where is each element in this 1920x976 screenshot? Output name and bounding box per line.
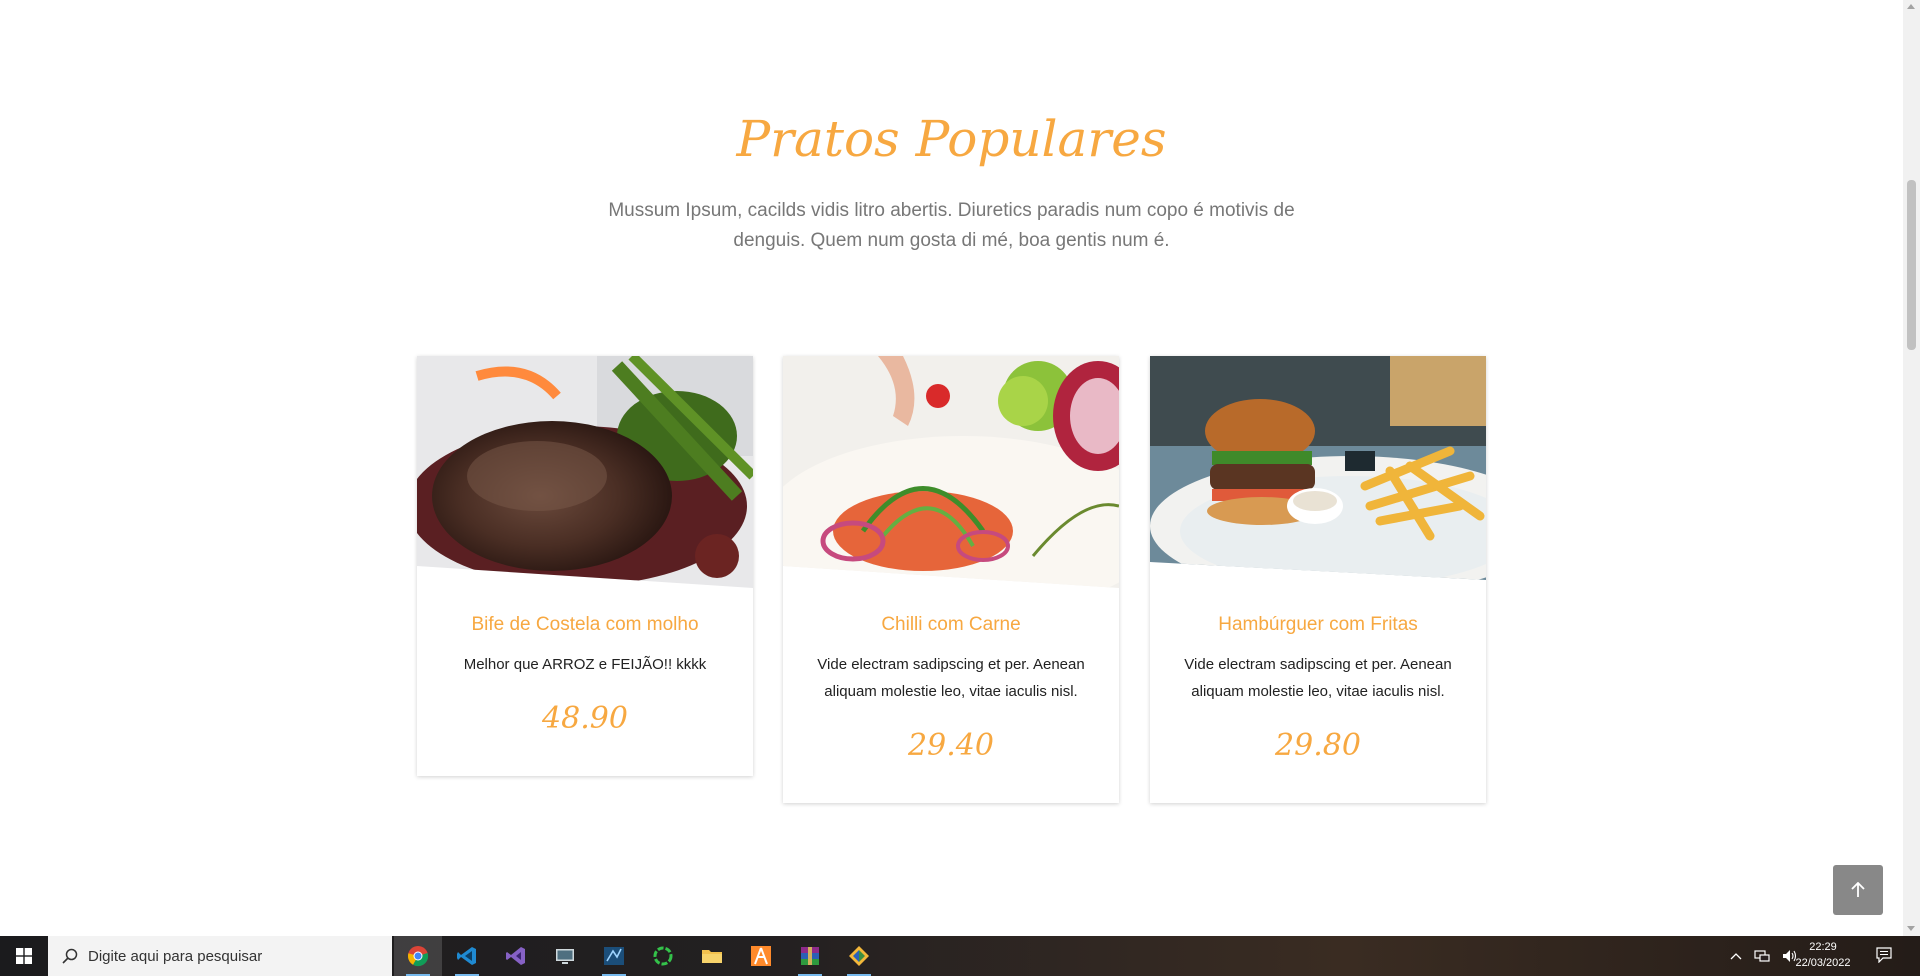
taskbar-search-placeholder: Digite aqui para pesquisar	[88, 947, 263, 965]
dish-price: 29.40	[908, 728, 994, 763]
scroll-up-arrow[interactable]	[1907, 4, 1915, 9]
dish-title: Hambúrguer com Fritas	[1218, 614, 1418, 635]
dish-image-burger	[1150, 356, 1486, 580]
visual-studio-icon	[506, 947, 525, 965]
back-to-top-button[interactable]	[1833, 865, 1883, 915]
section-subtitle: Mussum Ipsum, cacilds vidis litro aberti…	[608, 200, 1295, 251]
clock-time: 22:29	[1809, 941, 1837, 953]
chevron-up-icon[interactable]	[1730, 952, 1742, 960]
folder-icon	[702, 950, 722, 963]
network-icon[interactable]	[1754, 949, 1770, 963]
taskbar-clock[interactable]: 22:29 22/03/2022	[1788, 939, 1858, 971]
browser-page: Pratos Populares Mussum Ipsum, cacilds v…	[0, 0, 1903, 936]
taskbar-app-vscode[interactable]	[443, 936, 491, 976]
sql-server-icon	[604, 947, 624, 965]
chrome-icon	[407, 946, 429, 967]
dish-price: 29.80	[1275, 728, 1361, 763]
dish-card-chilli[interactable]: Chilli com Carne Vide electram sadipscin…	[783, 356, 1119, 803]
remote-desktop-icon	[556, 949, 574, 964]
taskbar-app-chrome[interactable]	[394, 936, 442, 976]
dish-description: Vide electram sadipscing et per. Aenean …	[1184, 656, 1452, 700]
dish-image-chilli	[783, 356, 1119, 588]
taskbar-app-file-explorer[interactable]	[688, 936, 736, 976]
scrollbar-thumb[interactable]	[1907, 180, 1916, 350]
taskbar-app-git-extensions[interactable]	[835, 936, 883, 976]
git-extensions-icon	[849, 946, 869, 966]
taskbar-app-winrar[interactable]	[786, 936, 834, 976]
taskbar-search-box[interactable]: Digite aqui para pesquisar	[48, 936, 392, 976]
sublime-text-icon	[751, 946, 771, 966]
winrar-icon	[801, 947, 819, 965]
dish-title: Chilli com Carne	[881, 614, 1021, 635]
dish-title: Bife de Costela com molho	[471, 614, 699, 635]
dish-description: Vide electram sadipscing et per. Aenean …	[817, 656, 1085, 700]
search-icon	[62, 948, 78, 964]
section-title: Pratos Populares	[736, 110, 1167, 168]
dish-card-bife[interactable]: Bife de Costela com molho Melhor que ARR…	[417, 356, 753, 776]
scroll-down-arrow[interactable]	[1907, 926, 1915, 931]
taskbar-app-visual-studio[interactable]	[492, 936, 540, 976]
start-button[interactable]	[0, 936, 48, 976]
page-scrollbar[interactable]	[1903, 0, 1920, 936]
taskbar-app-sublime-text[interactable]	[737, 936, 785, 976]
vscode-icon	[457, 947, 476, 965]
dish-description: Melhor que ARROZ e FEIJÃO!! kkkk	[463, 656, 707, 673]
arrow-up-icon	[1851, 882, 1865, 897]
windows-logo-icon	[16, 948, 32, 964]
taskbar-app-circular[interactable]	[639, 936, 687, 976]
notification-icon[interactable]	[1876, 947, 1892, 963]
dish-card-hamburguer[interactable]: Hambúrguer com Fritas Vide electram sadi…	[1150, 356, 1486, 803]
clock-date: 22/03/2022	[1795, 957, 1851, 969]
windows-taskbar: Digite aqui para pesquisar 22:29 22/03/2…	[0, 936, 1920, 976]
taskbar-app-sql-server-management-studio[interactable]	[590, 936, 638, 976]
dish-image-steak	[417, 356, 753, 588]
dish-price: 48.90	[542, 701, 628, 736]
taskbar-app-remote-desktop[interactable]	[541, 936, 589, 976]
circular-app-icon	[653, 946, 673, 966]
